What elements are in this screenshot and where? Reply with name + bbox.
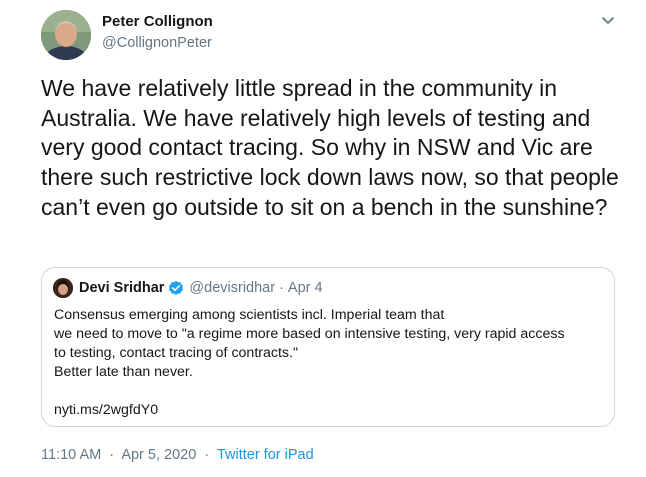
author-handle[interactable]: @CollignonPeter	[102, 34, 213, 52]
quoted-tweet-text: Consensus emerging among scientists incl…	[54, 306, 604, 382]
author-avatar-image	[41, 10, 91, 60]
quoted-author-avatar	[53, 278, 73, 298]
quoted-tweet-line: Consensus emerging among scientists incl…	[54, 307, 445, 323]
meta-separator: ·	[204, 447, 210, 463]
verified-badge-icon	[169, 280, 184, 295]
tweet-source-link[interactable]: Twitter for iPad	[217, 447, 314, 463]
quoted-tweet[interactable]: Devi Sridhar @devisridhar · Apr 4 Consen…	[41, 267, 615, 427]
quoted-tweet-line: we need to move to "a regime more based …	[54, 326, 565, 342]
chevron-down-icon[interactable]	[600, 14, 616, 28]
author-name[interactable]: Peter Collignon	[102, 12, 213, 32]
tweet-text: We have relatively little spread in the …	[41, 75, 619, 220]
tweet-metadata: 11:10 AM · Apr 5, 2020 · Twitter for iPa…	[41, 446, 314, 464]
quoted-tweet-line: Better late than never.	[54, 364, 193, 380]
quoted-author-avatar-image	[53, 278, 73, 298]
tweet-date[interactable]: Apr 5, 2020	[121, 447, 196, 463]
quoted-tweet-separator: ·	[279, 280, 284, 296]
quoted-author-handle: @devisridhar	[189, 280, 276, 296]
tweet-card: Peter Collignon @CollignonPeter We have …	[0, 0, 646, 477]
quoted-tweet-date: Apr 4	[287, 280, 323, 296]
meta-separator: ·	[109, 447, 115, 463]
quoted-tweet-link[interactable]: nyti.ms/2wgfdY0	[54, 401, 158, 420]
author-avatar[interactable]	[41, 10, 91, 60]
author-info: Peter Collignon @CollignonPeter	[102, 12, 213, 52]
tweet-time[interactable]: 11:10 AM	[41, 447, 101, 463]
quoted-author-name: Devi Sridhar	[79, 280, 165, 296]
quoted-tweet-line: to testing, contact tracing of contracts…	[54, 345, 298, 361]
quoted-tweet-header: Devi Sridhar @devisridhar · Apr 4	[53, 278, 323, 298]
